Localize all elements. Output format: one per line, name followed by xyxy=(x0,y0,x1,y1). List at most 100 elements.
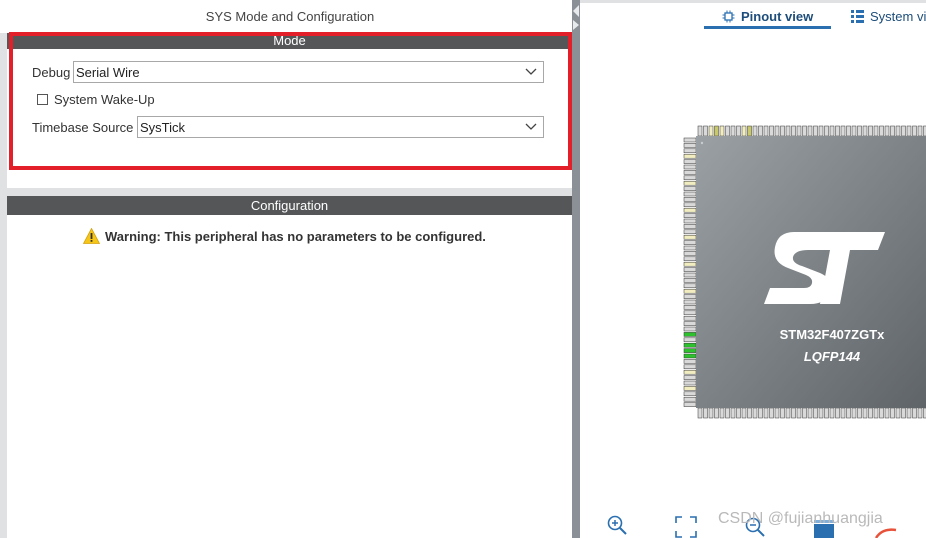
chip-pin[interactable] xyxy=(683,272,697,278)
chip-pin[interactable] xyxy=(741,407,747,419)
chip-pin[interactable] xyxy=(683,186,697,191)
chip-pin[interactable] xyxy=(884,125,890,137)
chip-pin[interactable] xyxy=(818,407,824,419)
chip-pin[interactable] xyxy=(769,407,774,419)
chip-pin[interactable] xyxy=(683,326,697,332)
chip-pin[interactable] xyxy=(824,407,829,419)
chip-pin[interactable] xyxy=(763,125,769,137)
chip-pin[interactable] xyxy=(683,229,697,235)
chip-pin[interactable] xyxy=(868,407,873,419)
fit-screen-icon[interactable] xyxy=(675,516,697,538)
chip-pin[interactable] xyxy=(862,125,868,137)
chip-pin[interactable] xyxy=(917,125,923,137)
chip-pin[interactable] xyxy=(835,407,840,419)
chip-pin[interactable] xyxy=(683,137,697,143)
chip-pin[interactable] xyxy=(879,125,884,137)
chip-pin[interactable] xyxy=(736,125,741,137)
chip-pin[interactable] xyxy=(846,407,851,419)
chip-pin[interactable] xyxy=(791,125,796,137)
chip-pin[interactable] xyxy=(683,267,697,272)
collapse-left-icon[interactable] xyxy=(572,4,580,18)
chip-pin[interactable] xyxy=(714,407,719,419)
chip-pin[interactable] xyxy=(890,407,895,419)
chip-pin[interactable] xyxy=(683,164,697,170)
chip-pin[interactable] xyxy=(747,407,752,419)
chip-pin[interactable] xyxy=(912,407,917,419)
chip-pin[interactable] xyxy=(868,125,873,137)
chip-pin[interactable] xyxy=(840,125,846,137)
chip-pin[interactable] xyxy=(802,125,807,137)
chip-pin[interactable] xyxy=(813,407,818,419)
chip-pin[interactable] xyxy=(703,407,708,419)
tab-system-view[interactable]: System view xyxy=(850,7,926,29)
chip-pin[interactable] xyxy=(683,159,697,164)
chip-pin[interactable] xyxy=(683,305,697,310)
chip-pin[interactable] xyxy=(697,125,703,137)
chip-pin[interactable] xyxy=(683,224,697,229)
chip-pin[interactable] xyxy=(785,407,791,419)
chip-pin[interactable] xyxy=(906,407,912,419)
chip-pin[interactable] xyxy=(846,125,851,137)
collapse-right-icon[interactable] xyxy=(572,20,580,30)
chip-pin[interactable] xyxy=(683,245,697,251)
chip-pin[interactable] xyxy=(862,407,868,419)
chip-pin[interactable] xyxy=(901,125,906,137)
chip-pin[interactable] xyxy=(895,407,901,419)
chip-pin[interactable] xyxy=(736,407,741,419)
chip-pin[interactable] xyxy=(752,125,758,137)
left-pin-row[interactable] xyxy=(683,137,697,407)
chip-pin[interactable] xyxy=(851,407,857,419)
chip-pin[interactable] xyxy=(890,125,895,137)
chip-pin[interactable] xyxy=(683,251,697,256)
chip-pin[interactable] xyxy=(873,407,879,419)
chip-pin[interactable] xyxy=(774,125,780,137)
chip-pin[interactable] xyxy=(683,261,697,267)
chip-pin[interactable] xyxy=(807,407,813,419)
chip-pin[interactable] xyxy=(683,342,697,348)
chip-pin[interactable] xyxy=(683,213,697,218)
chip-pin[interactable] xyxy=(901,407,906,419)
chip-pin[interactable] xyxy=(835,125,840,137)
chip-pin[interactable] xyxy=(741,125,747,137)
chip-pin[interactable] xyxy=(683,310,697,316)
chip-pin[interactable] xyxy=(802,407,807,419)
chip-pin[interactable] xyxy=(895,125,901,137)
chip-pin[interactable] xyxy=(857,407,862,419)
chip-pin[interactable] xyxy=(857,125,862,137)
chip-pin[interactable] xyxy=(730,407,736,419)
chip-pin[interactable] xyxy=(683,364,697,370)
chip-pin[interactable] xyxy=(829,125,835,137)
chip-pin[interactable] xyxy=(719,407,725,419)
chip-pin[interactable] xyxy=(758,125,763,137)
chip-pin[interactable] xyxy=(683,321,697,326)
chip-pin[interactable] xyxy=(796,125,802,137)
chip-pin[interactable] xyxy=(683,294,697,299)
chip-pin[interactable] xyxy=(807,125,813,137)
chip-pin[interactable] xyxy=(683,153,697,159)
chip-pin[interactable] xyxy=(813,125,818,137)
chip-pin[interactable] xyxy=(683,170,697,175)
chip-pin[interactable] xyxy=(683,348,697,353)
chip-pin[interactable] xyxy=(683,315,697,321)
chip-pin[interactable] xyxy=(683,207,697,213)
chip-pin[interactable] xyxy=(780,125,785,137)
chip-pin[interactable] xyxy=(884,407,890,419)
chip-pin[interactable] xyxy=(758,407,763,419)
chip-pin[interactable] xyxy=(912,125,917,137)
chip-pin[interactable] xyxy=(708,125,714,137)
chip-pin[interactable] xyxy=(763,407,769,419)
chip-pin[interactable] xyxy=(683,369,697,375)
chip-pin[interactable] xyxy=(791,407,796,419)
chip-pin[interactable] xyxy=(818,125,824,137)
chip-pin[interactable] xyxy=(683,283,697,289)
chip-pin[interactable] xyxy=(683,143,697,148)
chip-pin[interactable] xyxy=(683,240,697,245)
chip-pin[interactable] xyxy=(683,180,697,186)
chip-pin[interactable] xyxy=(683,380,697,386)
chip-pin[interactable] xyxy=(683,332,697,337)
chip-pin[interactable] xyxy=(683,299,697,305)
chip-pin[interactable] xyxy=(683,402,697,407)
chip-pin[interactable] xyxy=(725,407,730,419)
chip-pin[interactable] xyxy=(708,407,714,419)
chip-pin[interactable] xyxy=(683,218,697,224)
